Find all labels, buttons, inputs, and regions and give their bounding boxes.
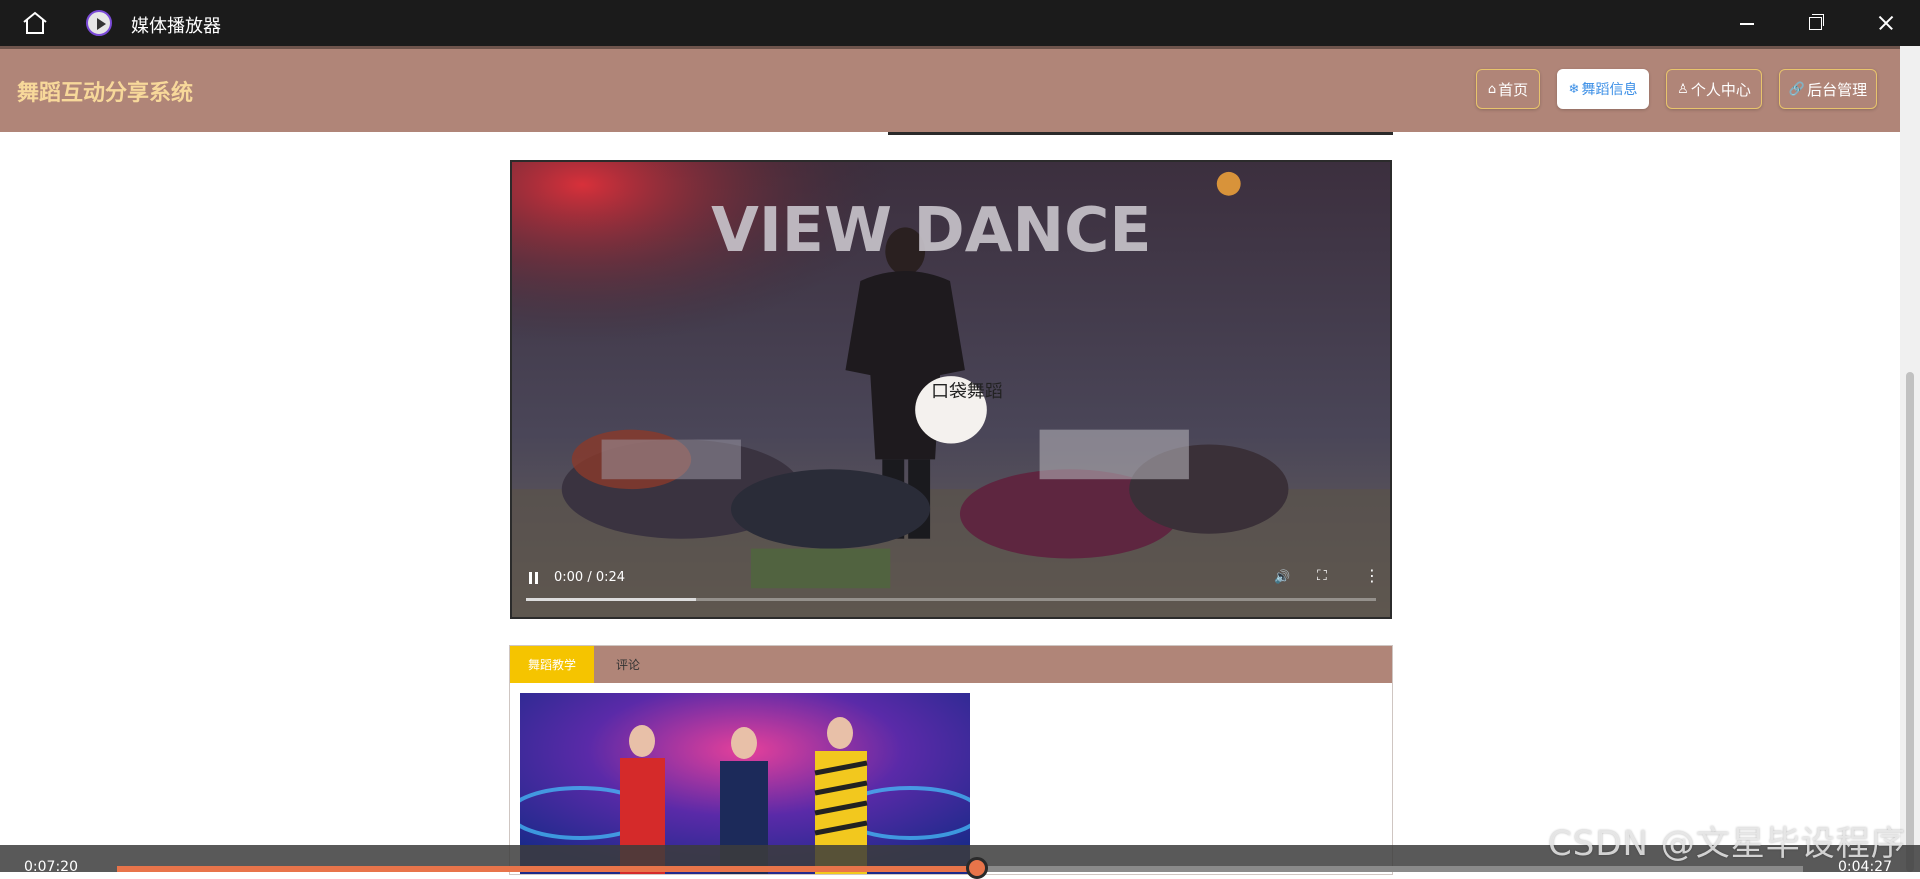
window-title: 媒体播放器 [131,16,221,37]
tab-dance-teaching[interactable]: 舞蹈教学 [510,646,594,683]
snowflake-icon: ❄ [1568,81,1580,97]
nav-admin-button[interactable]: 🔗 后台管理 [1779,69,1877,109]
home-icon[interactable] [20,10,50,36]
user-icon: ♙ [1677,81,1689,97]
link-icon: 🔗 [1788,81,1806,97]
home-icon: ⌂ [1487,81,1497,97]
video-wall-lettering: VIEW DANCE [711,194,1151,266]
video-progress-bar[interactable] [526,598,1376,601]
watermark: CSDN @文星毕设程序 [1548,824,1906,864]
nav-dance-info-label: 舞蹈信息 [1581,82,1638,98]
site-header: 舞蹈互动分享系统 ⌂ 首页 ❄ 舞蹈信息 ♙ 个人中心 🔗 后台管理 [0,46,1900,132]
media-seek-handle[interactable] [965,857,988,879]
nav-home-label: 首页 [1498,80,1529,99]
video-player[interactable]: 口袋舞蹈 VIEW DANCE 0:00 / 0:24 🔊 ⛶ ⋮ [510,160,1392,619]
content-panel: 舞蹈教学 评论 [509,645,1393,875]
nav-home-button[interactable]: ⌂ 首页 [1476,69,1540,109]
previous-element-edge [888,132,1393,135]
video-overlay-logo: 口袋舞蹈 [931,381,1003,402]
window-titlebar: 媒体播放器 [0,0,1920,46]
tab-comments[interactable]: 评论 [598,646,658,683]
media-player-icon [86,10,112,36]
media-seek-fill [117,866,977,872]
elapsed-time: 0:07:20 [24,859,78,875]
scrollbar-thumb[interactable] [1906,372,1914,872]
maximize-button[interactable] [1792,8,1838,38]
video-progress-fill [526,598,696,601]
nav-personal-center-label: 个人中心 [1690,80,1751,99]
close-button[interactable] [1862,8,1908,38]
nav-dance-info-button[interactable]: ❄ 舞蹈信息 [1557,69,1649,109]
video-time: 0:00 / 0:24 [554,570,626,585]
nav-personal-center-button[interactable]: ♙ 个人中心 [1666,69,1762,109]
tab-bar: 舞蹈教学 评论 [510,646,1392,683]
volume-icon[interactable]: 🔊 [1274,570,1290,585]
video-frame: 口袋舞蹈 VIEW DANCE [512,162,1390,617]
pause-icon[interactable] [528,572,539,584]
nav-admin-label: 后台管理 [1807,80,1868,99]
more-options-icon[interactable]: ⋮ [1364,566,1380,585]
site-title: 舞蹈互动分享系统 [17,81,194,106]
fullscreen-icon[interactable]: ⛶ [1317,568,1327,584]
minimize-button[interactable] [1724,8,1770,38]
